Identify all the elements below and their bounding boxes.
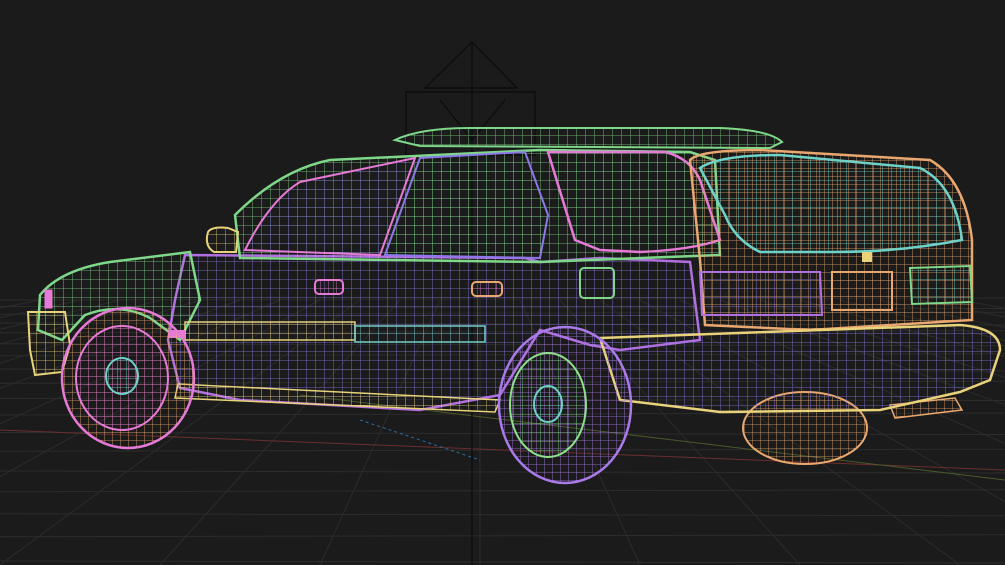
tail-lights (698, 271, 824, 316)
front-hub (105, 357, 139, 395)
side-mirror (205, 226, 240, 253)
grid-line (0, 513, 1005, 517)
license-plate (831, 271, 893, 311)
front-door-handle (314, 279, 344, 295)
grid-line (0, 560, 1005, 564)
tail-light-right (908, 264, 974, 306)
door-trim-rear (354, 325, 486, 343)
grid-line (0, 534, 1005, 538)
door-trim-front (184, 321, 356, 341)
front-left-wheel[interactable] (60, 306, 196, 450)
rear-left-wheel[interactable] (497, 325, 633, 485)
rear-hub (533, 385, 563, 423)
wireframe-scene (0, 41, 1005, 565)
front-indicator (44, 289, 53, 309)
3d-viewport[interactable] (0, 0, 1005, 565)
rear-glass (698, 153, 964, 254)
pivot-helper-line (359, 419, 481, 461)
grid-line (0, 470, 1005, 474)
grid-line (0, 489, 1005, 493)
rear-door-handle (471, 281, 503, 297)
roof-rack (392, 127, 784, 150)
rear-emblem (862, 252, 872, 262)
